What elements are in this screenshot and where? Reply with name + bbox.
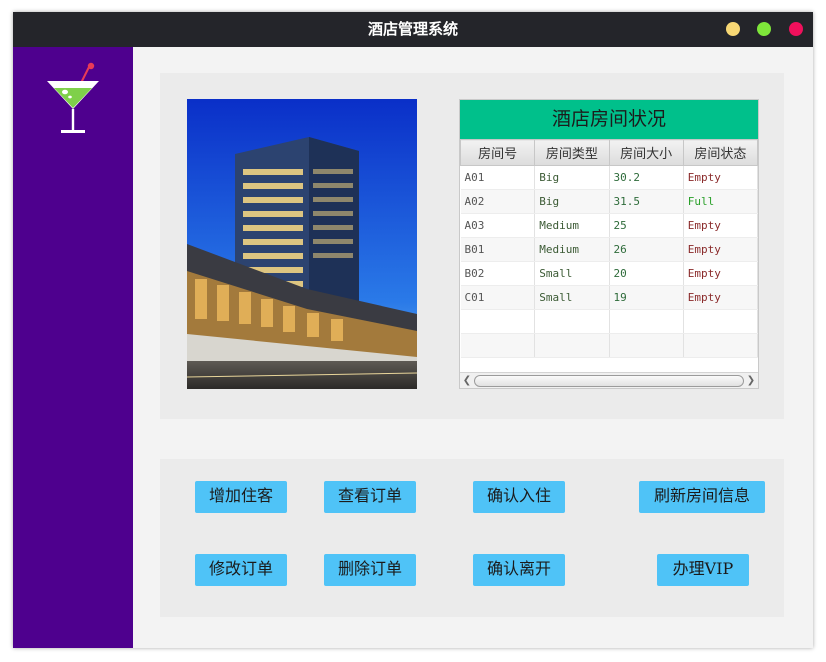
room-size-cell: 31.5 bbox=[609, 189, 684, 214]
room-grid: 房间号 房间类型 房间大小 房间状态 A01 Big 30.2 Empty A0… bbox=[459, 139, 759, 358]
room-table: 酒店房间状况 房间号 房间类型 房间大小 房间状态 A01 Big 30.2 E… bbox=[459, 99, 759, 389]
room-type-cell: Small bbox=[534, 261, 610, 286]
room-type-cell: Medium bbox=[534, 237, 610, 262]
confirm-checkout-button[interactable]: 确认离开 bbox=[473, 554, 565, 586]
empty-table-row bbox=[460, 309, 759, 334]
room-number-cell: B02 bbox=[460, 261, 536, 286]
delete-order-button[interactable]: 删除订单 bbox=[324, 554, 416, 586]
room-size-cell: 20 bbox=[609, 261, 684, 286]
room-type-cell: Medium bbox=[534, 213, 610, 238]
room-number-cell: B01 bbox=[460, 237, 536, 262]
scrollbar-thumb[interactable] bbox=[474, 375, 744, 387]
room-status-panel: 酒店房间状况 房间号 房间类型 房间大小 房间状态 A01 Big 30.2 E… bbox=[160, 73, 784, 419]
cocktail-glass-icon bbox=[47, 62, 99, 133]
table-row[interactable]: C01 Small 19 Empty bbox=[460, 285, 759, 310]
room-type-cell: Small bbox=[534, 285, 610, 310]
table-row[interactable]: A01 Big 30.2 Empty bbox=[460, 165, 759, 190]
room-size-cell: 30.2 bbox=[609, 165, 684, 190]
room-size-cell: 26 bbox=[609, 237, 684, 262]
table-row[interactable]: A03 Medium 25 Empty bbox=[460, 213, 759, 238]
room-status-cell: Empty bbox=[683, 237, 759, 262]
action-panel: 增加住客 查看订单 确认入住 刷新房间信息 修改订单 删除订单 确认离开 办理V… bbox=[160, 459, 784, 617]
room-type-cell: Big bbox=[534, 165, 610, 190]
room-table-title: 酒店房间状况 bbox=[460, 100, 758, 139]
maximize-button[interactable] bbox=[757, 22, 771, 36]
title-bar: 酒店管理系统 bbox=[13, 12, 813, 47]
room-status-cell: Empty bbox=[683, 213, 759, 238]
horizontal-scrollbar[interactable]: ❮ ❯ bbox=[460, 372, 758, 388]
room-status-cell: Empty bbox=[683, 285, 759, 310]
scroll-left-icon[interactable]: ❮ bbox=[461, 374, 473, 387]
column-header-room-size[interactable]: 房间大小 bbox=[608, 139, 684, 166]
room-number-cell: A03 bbox=[460, 213, 536, 238]
column-header-room-status[interactable]: 房间状态 bbox=[682, 139, 759, 166]
refresh-rooms-button[interactable]: 刷新房间信息 bbox=[639, 481, 765, 513]
view-orders-button[interactable]: 查看订单 bbox=[324, 481, 416, 513]
confirm-checkin-button[interactable]: 确认入住 bbox=[473, 481, 565, 513]
add-guest-button[interactable]: 增加住客 bbox=[195, 481, 287, 513]
room-status-cell: Empty bbox=[683, 261, 759, 286]
room-number-cell: A01 bbox=[460, 165, 536, 190]
column-header-room-number[interactable]: 房间号 bbox=[459, 139, 536, 166]
close-button[interactable] bbox=[789, 22, 803, 36]
column-header-room-type[interactable]: 房间类型 bbox=[534, 139, 610, 166]
empty-table-row bbox=[460, 333, 759, 358]
edit-order-button[interactable]: 修改订单 bbox=[195, 554, 287, 586]
room-status-cell: Empty bbox=[683, 165, 759, 190]
sidebar bbox=[13, 47, 133, 648]
window-title: 酒店管理系统 bbox=[367, 20, 458, 38]
room-number-cell: C01 bbox=[460, 285, 536, 310]
hotel-photo bbox=[187, 99, 417, 389]
app-window: 酒店管理系统 酒店房间状况 房间号 房间类型 房间大小 房间状态 A01 Big… bbox=[13, 12, 813, 648]
room-status-cell: Full bbox=[683, 189, 759, 214]
room-size-cell: 19 bbox=[609, 285, 684, 310]
table-row[interactable]: A02 Big 31.5 Full bbox=[460, 189, 759, 214]
table-row[interactable]: B01 Medium 26 Empty bbox=[460, 237, 759, 262]
scroll-right-icon[interactable]: ❯ bbox=[745, 374, 757, 387]
room-number-cell: A02 bbox=[460, 189, 536, 214]
vip-button[interactable]: 办理VIP bbox=[657, 554, 749, 586]
minimize-button[interactable] bbox=[726, 22, 740, 36]
table-row[interactable]: B02 Small 20 Empty bbox=[460, 261, 759, 286]
header-row: 房间号 房间类型 房间大小 房间状态 bbox=[459, 139, 759, 166]
room-size-cell: 25 bbox=[609, 213, 684, 238]
room-type-cell: Big bbox=[534, 189, 610, 214]
